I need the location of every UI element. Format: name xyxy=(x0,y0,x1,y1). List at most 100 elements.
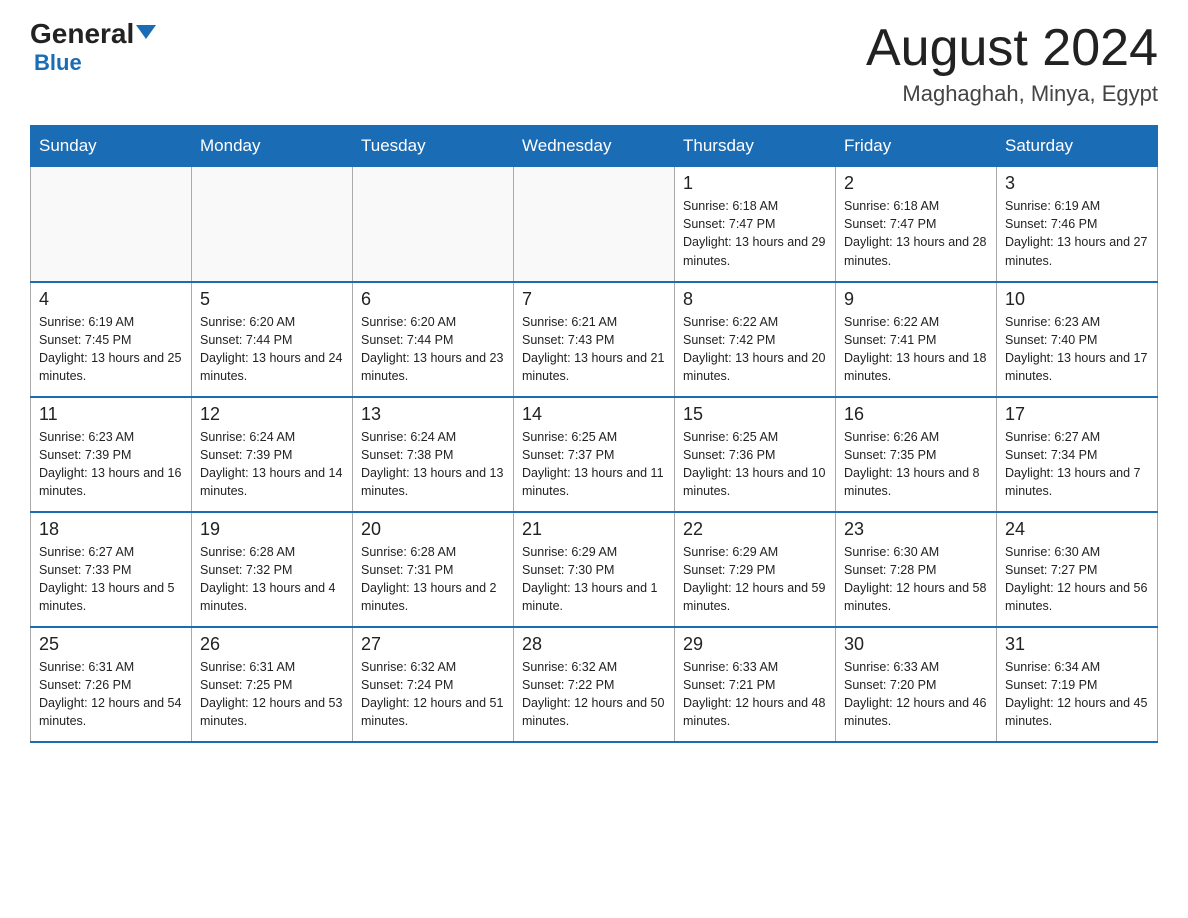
day-number: 6 xyxy=(361,289,505,310)
day-info: Sunrise: 6:19 AMSunset: 7:46 PMDaylight:… xyxy=(1005,197,1149,270)
day-number: 13 xyxy=(361,404,505,425)
day-info: Sunrise: 6:30 AMSunset: 7:28 PMDaylight:… xyxy=(844,543,988,616)
day-info: Sunrise: 6:23 AMSunset: 7:39 PMDaylight:… xyxy=(39,428,183,501)
calendar-week-row: 18 Sunrise: 6:27 AMSunset: 7:33 PMDayligh… xyxy=(31,512,1158,627)
day-number: 30 xyxy=(844,634,988,655)
day-number: 21 xyxy=(522,519,666,540)
calendar-cell xyxy=(31,167,192,282)
day-info: Sunrise: 6:20 AMSunset: 7:44 PMDaylight:… xyxy=(361,313,505,386)
day-number: 3 xyxy=(1005,173,1149,194)
logo-blue: Blue xyxy=(34,50,82,76)
day-number: 26 xyxy=(200,634,344,655)
calendar-cell: 5 Sunrise: 6:20 AMSunset: 7:44 PMDaylight… xyxy=(192,282,353,397)
day-info: Sunrise: 6:18 AMSunset: 7:47 PMDaylight:… xyxy=(844,197,988,270)
day-info: Sunrise: 6:27 AMSunset: 7:33 PMDaylight:… xyxy=(39,543,183,616)
calendar-week-row: 25 Sunrise: 6:31 AMSunset: 7:26 PMDayligh… xyxy=(31,627,1158,742)
logo: General Blue xyxy=(30,20,156,76)
calendar-week-row: 4 Sunrise: 6:19 AMSunset: 7:45 PMDaylight… xyxy=(31,282,1158,397)
calendar-cell xyxy=(192,167,353,282)
calendar-cell xyxy=(353,167,514,282)
day-number: 8 xyxy=(683,289,827,310)
calendar-cell xyxy=(514,167,675,282)
day-info: Sunrise: 6:31 AMSunset: 7:25 PMDaylight:… xyxy=(200,658,344,731)
day-number: 17 xyxy=(1005,404,1149,425)
weekday-header-thursday: Thursday xyxy=(675,126,836,167)
logo-triangle-icon xyxy=(136,25,156,39)
weekday-header-monday: Monday xyxy=(192,126,353,167)
day-number: 2 xyxy=(844,173,988,194)
day-number: 4 xyxy=(39,289,183,310)
day-info: Sunrise: 6:25 AMSunset: 7:37 PMDaylight:… xyxy=(522,428,666,501)
day-info: Sunrise: 6:34 AMSunset: 7:19 PMDaylight:… xyxy=(1005,658,1149,731)
calendar-cell: 22Sunrise: 6:29 AMSunset: 7:29 PMDayligh… xyxy=(675,512,836,627)
day-info: Sunrise: 6:21 AMSunset: 7:43 PMDaylight:… xyxy=(522,313,666,386)
day-number: 11 xyxy=(39,404,183,425)
day-info: Sunrise: 6:27 AMSunset: 7:34 PMDaylight:… xyxy=(1005,428,1149,501)
day-number: 14 xyxy=(522,404,666,425)
calendar-cell: 28Sunrise: 6:32 AMSunset: 7:22 PMDayligh… xyxy=(514,627,675,742)
weekday-header-saturday: Saturday xyxy=(997,126,1158,167)
calendar-week-row: 11 Sunrise: 6:23 AMSunset: 7:39 PMDayligh… xyxy=(31,397,1158,512)
day-number: 23 xyxy=(844,519,988,540)
day-number: 12 xyxy=(200,404,344,425)
day-number: 1 xyxy=(683,173,827,194)
day-info: Sunrise: 6:24 AMSunset: 7:38 PMDaylight:… xyxy=(361,428,505,501)
day-info: Sunrise: 6:26 AMSunset: 7:35 PMDaylight:… xyxy=(844,428,988,501)
calendar-cell: 23 Sunrise: 6:30 AMSunset: 7:28 PMDayligh… xyxy=(836,512,997,627)
calendar-cell: 26 Sunrise: 6:31 AMSunset: 7:25 PMDayligh… xyxy=(192,627,353,742)
day-number: 28 xyxy=(522,634,666,655)
calendar-cell: 9Sunrise: 6:22 AMSunset: 7:41 PMDaylight… xyxy=(836,282,997,397)
calendar-cell: 19 Sunrise: 6:28 AMSunset: 7:32 PMDayligh… xyxy=(192,512,353,627)
day-info: Sunrise: 6:19 AMSunset: 7:45 PMDaylight:… xyxy=(39,313,183,386)
day-number: 27 xyxy=(361,634,505,655)
day-number: 19 xyxy=(200,519,344,540)
calendar-cell: 7 Sunrise: 6:21 AMSunset: 7:43 PMDaylight… xyxy=(514,282,675,397)
weekday-header-wednesday: Wednesday xyxy=(514,126,675,167)
calendar-cell: 14 Sunrise: 6:25 AMSunset: 7:37 PMDayligh… xyxy=(514,397,675,512)
day-number: 5 xyxy=(200,289,344,310)
calendar-cell: 3 Sunrise: 6:19 AMSunset: 7:46 PMDaylight… xyxy=(997,167,1158,282)
day-info: Sunrise: 6:33 AMSunset: 7:20 PMDaylight:… xyxy=(844,658,988,731)
day-info: Sunrise: 6:29 AMSunset: 7:29 PMDaylight:… xyxy=(683,543,827,616)
day-info: Sunrise: 6:33 AMSunset: 7:21 PMDaylight:… xyxy=(683,658,827,731)
page-header: General Blue August 2024 Maghaghah, Miny… xyxy=(30,20,1158,107)
day-number: 7 xyxy=(522,289,666,310)
day-info: Sunrise: 6:28 AMSunset: 7:31 PMDaylight:… xyxy=(361,543,505,616)
calendar-cell: 31 Sunrise: 6:34 AMSunset: 7:19 PMDayligh… xyxy=(997,627,1158,742)
logo-general: General xyxy=(30,20,156,48)
calendar-cell: 24Sunrise: 6:30 AMSunset: 7:27 PMDayligh… xyxy=(997,512,1158,627)
calendar-table: SundayMondayTuesdayWednesdayThursdayFrid… xyxy=(30,125,1158,743)
calendar-cell: 20Sunrise: 6:28 AMSunset: 7:31 PMDayligh… xyxy=(353,512,514,627)
calendar-cell: 6 Sunrise: 6:20 AMSunset: 7:44 PMDaylight… xyxy=(353,282,514,397)
calendar-cell: 21 Sunrise: 6:29 AMSunset: 7:30 PMDayligh… xyxy=(514,512,675,627)
day-info: Sunrise: 6:31 AMSunset: 7:26 PMDaylight:… xyxy=(39,658,183,731)
weekday-header-sunday: Sunday xyxy=(31,126,192,167)
day-number: 25 xyxy=(39,634,183,655)
day-info: Sunrise: 6:30 AMSunset: 7:27 PMDaylight:… xyxy=(1005,543,1149,616)
day-info: Sunrise: 6:24 AMSunset: 7:39 PMDaylight:… xyxy=(200,428,344,501)
calendar-cell: 2 Sunrise: 6:18 AMSunset: 7:47 PMDaylight… xyxy=(836,167,997,282)
day-number: 9 xyxy=(844,289,988,310)
day-info: Sunrise: 6:28 AMSunset: 7:32 PMDaylight:… xyxy=(200,543,344,616)
day-number: 18 xyxy=(39,519,183,540)
calendar-cell: 8 Sunrise: 6:22 AMSunset: 7:42 PMDaylight… xyxy=(675,282,836,397)
calendar-cell: 25 Sunrise: 6:31 AMSunset: 7:26 PMDayligh… xyxy=(31,627,192,742)
calendar-cell: 16Sunrise: 6:26 AMSunset: 7:35 PMDayligh… xyxy=(836,397,997,512)
calendar-cell: 4 Sunrise: 6:19 AMSunset: 7:45 PMDaylight… xyxy=(31,282,192,397)
weekday-header-tuesday: Tuesday xyxy=(353,126,514,167)
calendar-cell: 18 Sunrise: 6:27 AMSunset: 7:33 PMDayligh… xyxy=(31,512,192,627)
calendar-cell: 11 Sunrise: 6:23 AMSunset: 7:39 PMDayligh… xyxy=(31,397,192,512)
calendar-cell: 12 Sunrise: 6:24 AMSunset: 7:39 PMDayligh… xyxy=(192,397,353,512)
calendar-cell: 13 Sunrise: 6:24 AMSunset: 7:38 PMDayligh… xyxy=(353,397,514,512)
calendar-cell: 30 Sunrise: 6:33 AMSunset: 7:20 PMDayligh… xyxy=(836,627,997,742)
day-number: 15 xyxy=(683,404,827,425)
calendar-header-row: SundayMondayTuesdayWednesdayThursdayFrid… xyxy=(31,126,1158,167)
day-info: Sunrise: 6:20 AMSunset: 7:44 PMDaylight:… xyxy=(200,313,344,386)
day-info: Sunrise: 6:18 AMSunset: 7:47 PMDaylight:… xyxy=(683,197,827,270)
day-info: Sunrise: 6:22 AMSunset: 7:42 PMDaylight:… xyxy=(683,313,827,386)
calendar-cell: 10Sunrise: 6:23 AMSunset: 7:40 PMDayligh… xyxy=(997,282,1158,397)
calendar-cell: 17 Sunrise: 6:27 AMSunset: 7:34 PMDayligh… xyxy=(997,397,1158,512)
day-info: Sunrise: 6:29 AMSunset: 7:30 PMDaylight:… xyxy=(522,543,666,616)
day-number: 31 xyxy=(1005,634,1149,655)
weekday-header-friday: Friday xyxy=(836,126,997,167)
